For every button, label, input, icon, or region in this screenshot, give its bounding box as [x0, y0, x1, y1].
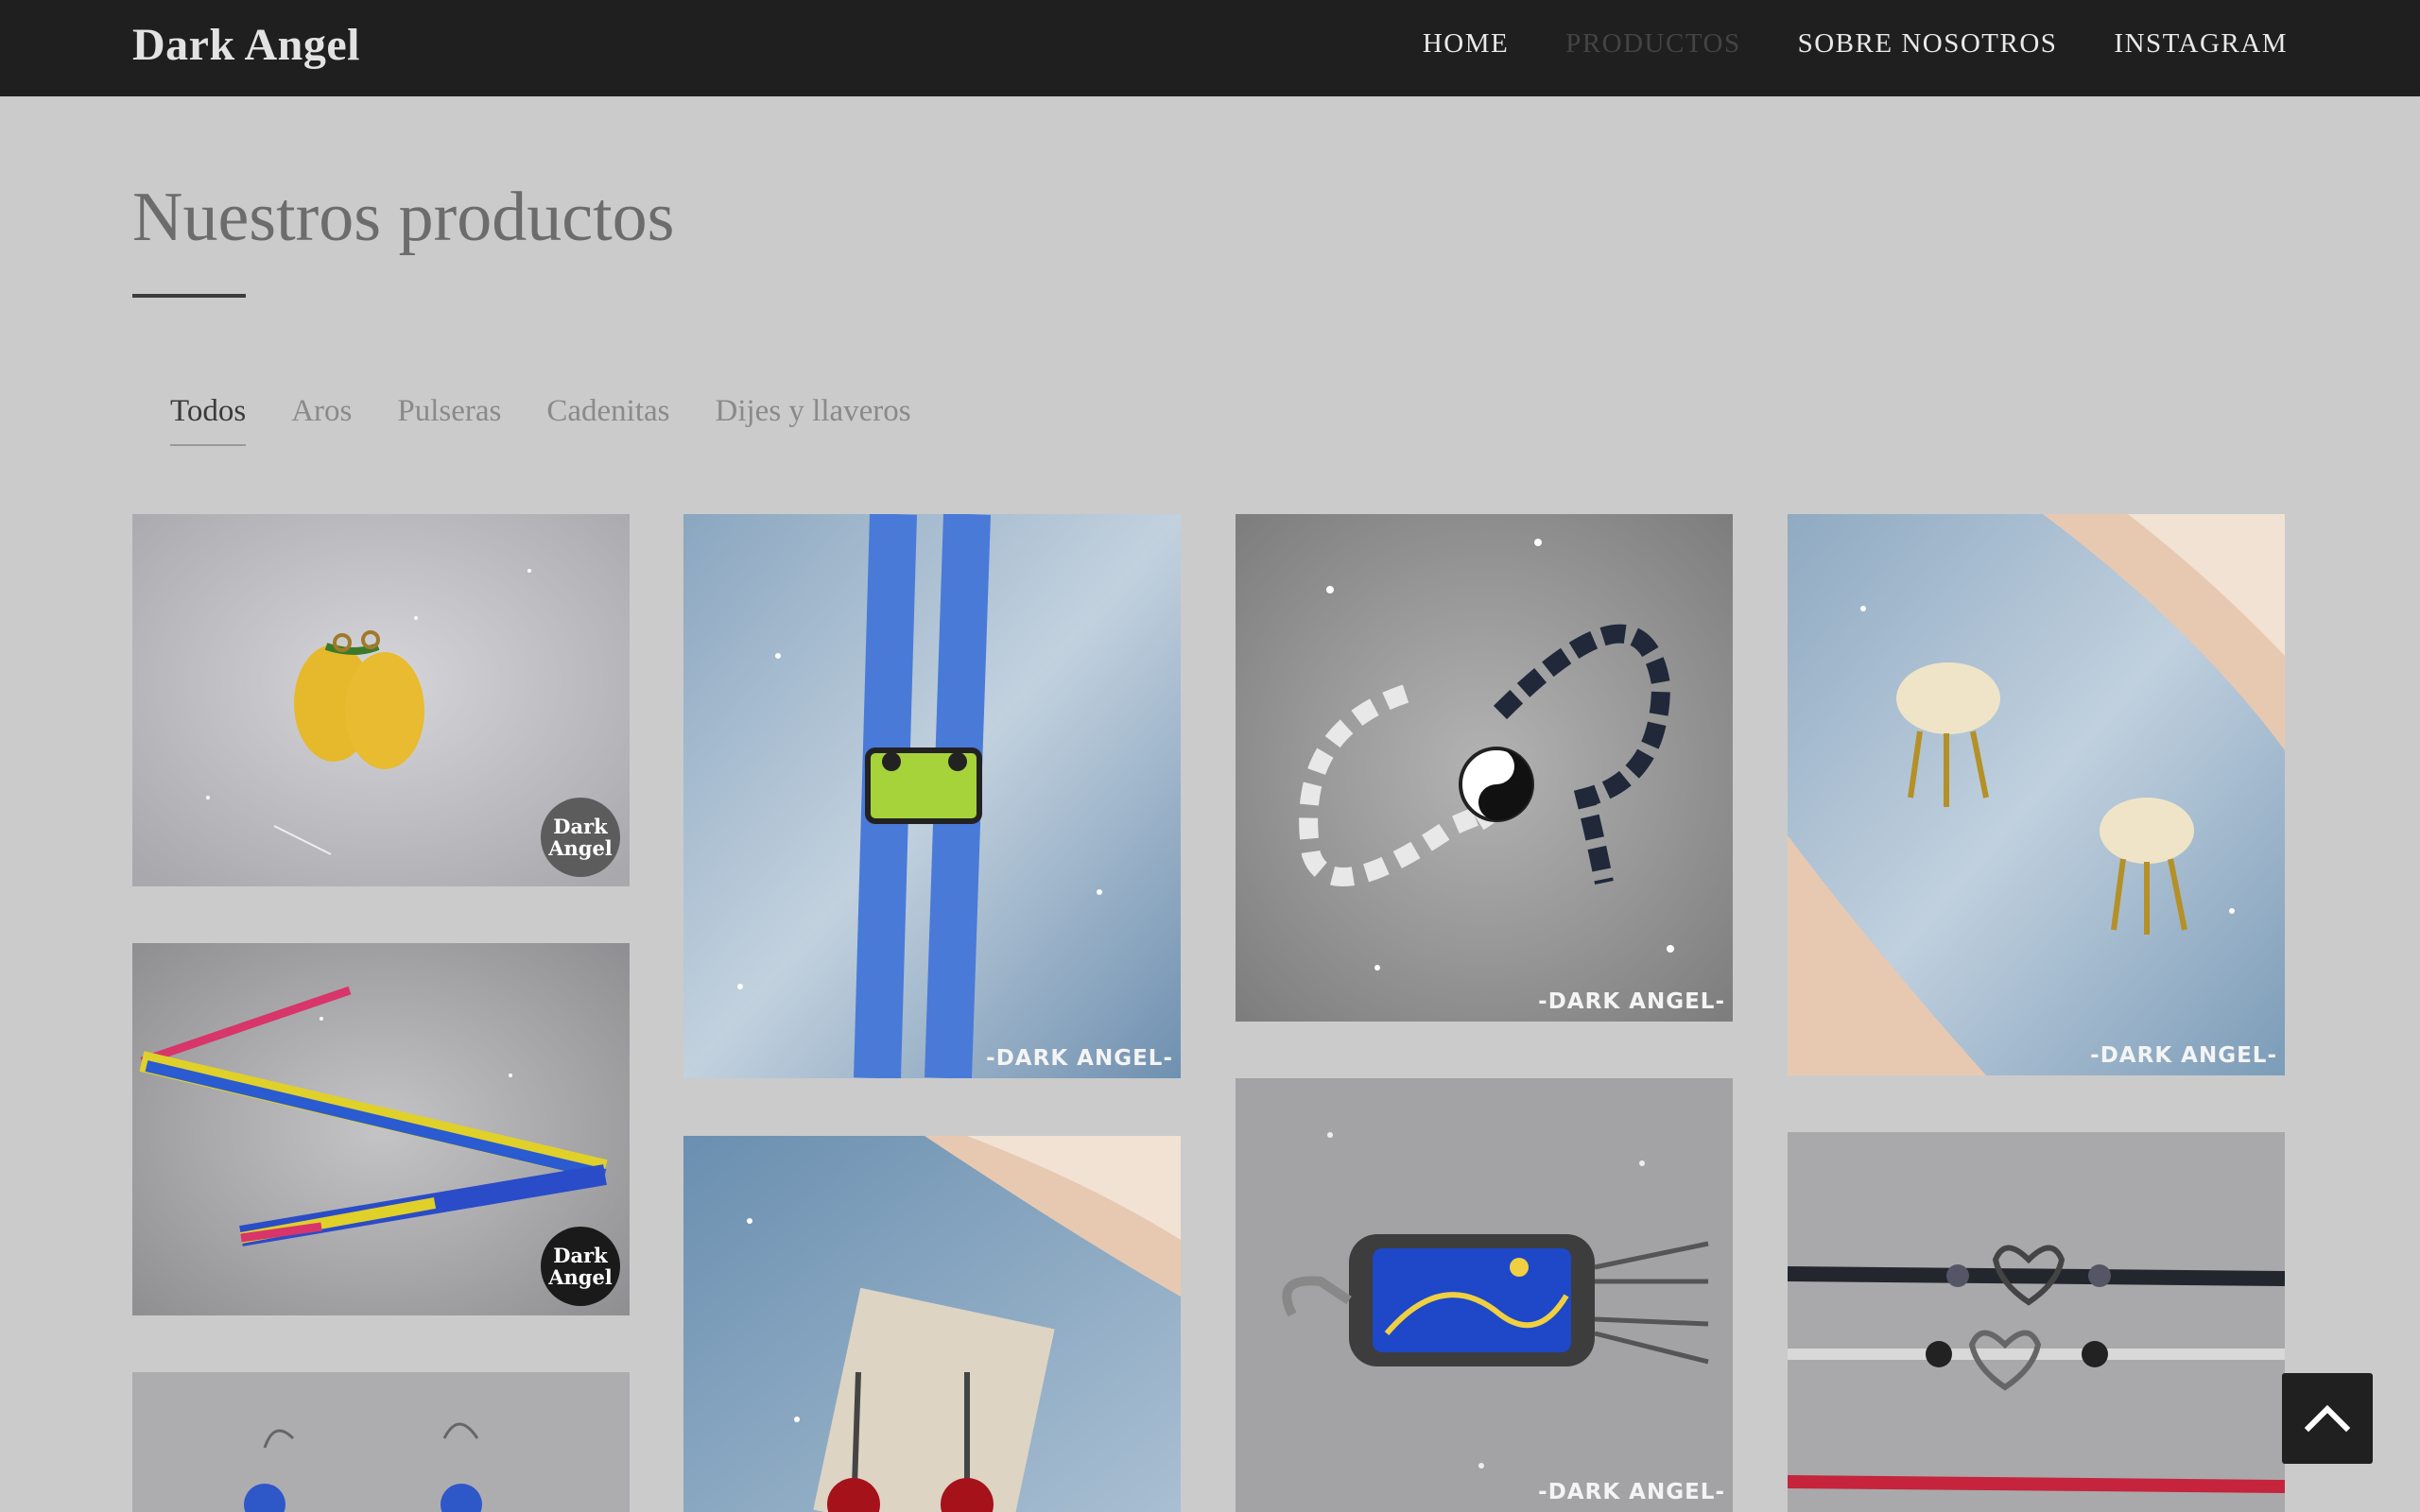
product-image-starry-night-keychain	[1236, 1078, 1733, 1512]
watermark-text: -DARK ANGEL-	[2090, 1043, 2277, 1068]
product-image-blue-earrings	[132, 1372, 630, 1512]
product-card[interactable]: -DARK ANGEL-	[1236, 1078, 1733, 1512]
nav-home[interactable]: HOME	[1423, 28, 1509, 60]
brand-logo[interactable]: Dark Angel	[132, 19, 360, 71]
product-card[interactable]	[1788, 1132, 2285, 1512]
product-card[interactable]: -DARK ANGEL-	[683, 514, 1181, 1078]
filter-pulseras[interactable]: Pulseras	[397, 394, 501, 446]
filter-cadenitas[interactable]: Cadenitas	[546, 394, 669, 446]
navbar: Dark Angel HOME PRODUCTOS SOBRE NOSOTROS…	[0, 0, 2420, 96]
title-underline	[132, 294, 246, 298]
filter-todos[interactable]: Todos	[170, 394, 247, 446]
product-card[interactable]: Dark Angel	[132, 514, 630, 886]
product-card[interactable]	[132, 1372, 630, 1512]
product-image-chain-earrings	[683, 1136, 1181, 1512]
filter-dijes-y-llaveros[interactable]: Dijes y llaveros	[716, 394, 911, 446]
nav-links: HOME PRODUCTOS SOBRE NOSOTROS INSTAGRAM	[1423, 28, 2288, 60]
category-filters: Todos Aros Pulseras Cadenitas Dijes y ll…	[170, 394, 911, 446]
filter-aros[interactable]: Aros	[291, 394, 352, 446]
product-image-cloud-earrings	[1788, 514, 2285, 1075]
chevron-up-icon	[2304, 1404, 2351, 1433]
nav-instagram[interactable]: INSTAGRAM	[2114, 28, 2288, 60]
product-image-frog-bracelets	[683, 514, 1181, 1078]
nav-productos[interactable]: PRODUCTOS	[1565, 28, 1740, 60]
watermark-logo: Dark Angel	[541, 1227, 620, 1306]
product-card[interactable]: -DARK ANGEL-	[1788, 514, 2285, 1075]
product-image-snake-earrings	[1236, 514, 1733, 1022]
watermark-text: -DARK ANGEL-	[1538, 989, 1725, 1014]
product-card[interactable]: -DARK ANGEL-	[1236, 514, 1733, 1022]
product-image-heart-chokers	[1788, 1132, 2285, 1512]
page-title: Nuestros productos	[132, 179, 675, 256]
watermark-text: -DARK ANGEL-	[986, 1046, 1173, 1071]
scroll-to-top-button[interactable]	[2282, 1373, 2373, 1464]
product-card[interactable]: Dark Angel	[132, 943, 630, 1315]
watermark-logo: Dark Angel	[541, 798, 620, 877]
product-card[interactable]	[683, 1136, 1181, 1512]
watermark-text: -DARK ANGEL-	[1538, 1480, 1725, 1504]
nav-sobre-nosotros[interactable]: SOBRE NOSOTROS	[1798, 28, 2058, 60]
